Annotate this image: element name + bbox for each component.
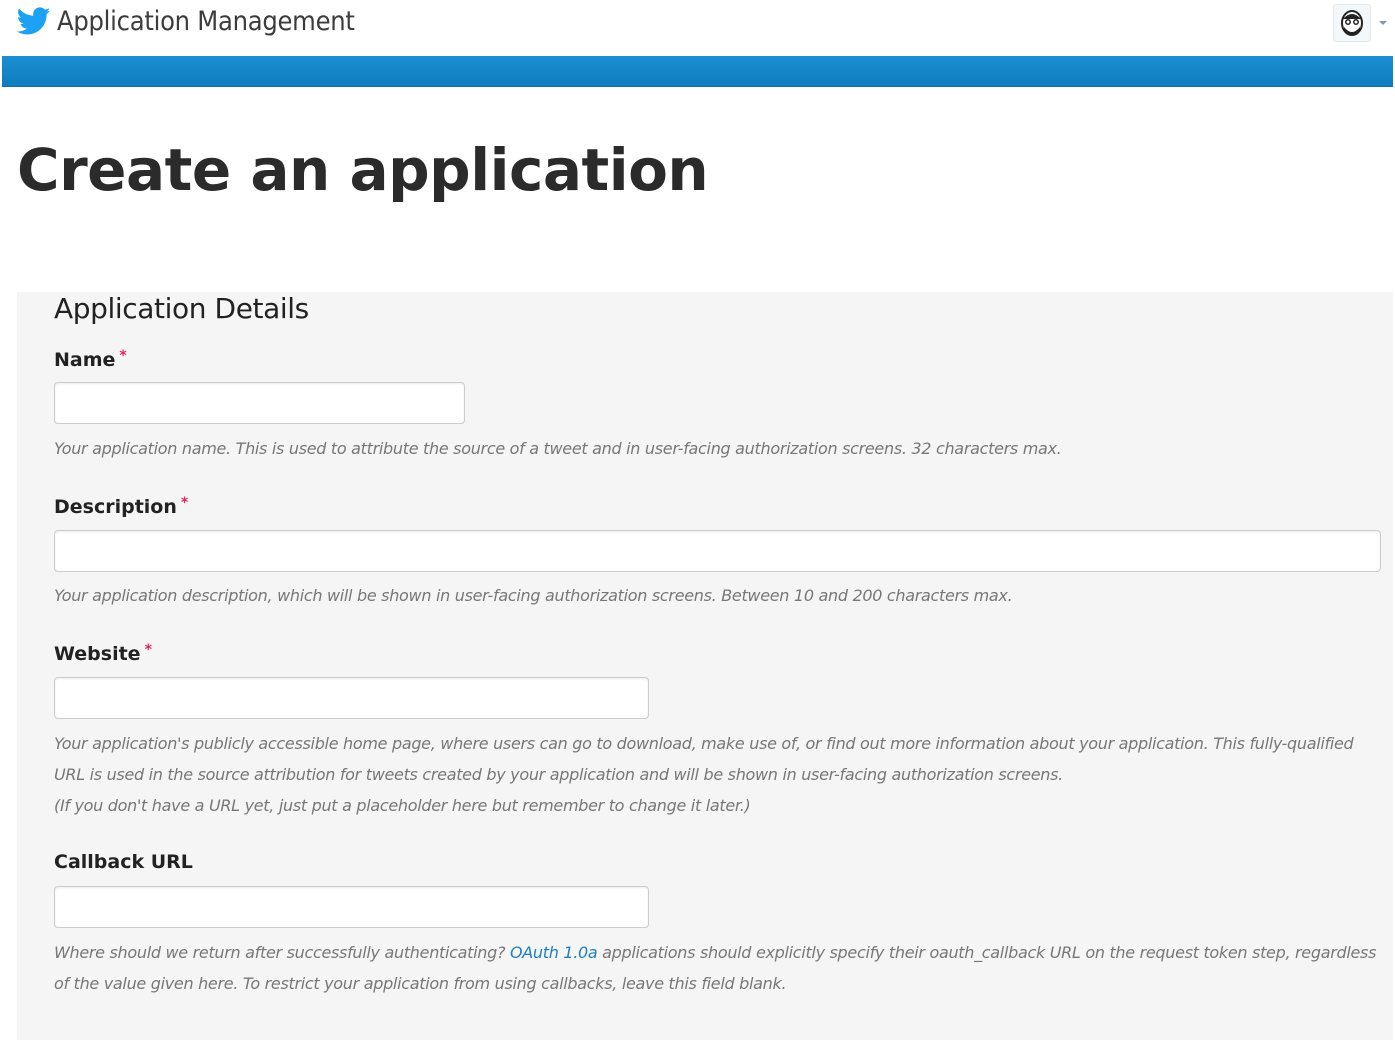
description-input[interactable] [54, 530, 1381, 572]
name-input[interactable] [54, 382, 465, 424]
callback-help-before: Where should we return after successfull… [54, 943, 510, 962]
required-marker: * [119, 348, 127, 364]
website-help-line: Your application's publicly accessible h… [54, 734, 1354, 784]
website-label: Website * [54, 642, 152, 665]
twitter-bird-icon [16, 6, 51, 37]
user-menu[interactable] [1333, 4, 1387, 42]
required-marker: * [180, 495, 189, 511]
oauth-link[interactable]: OAuth 1.0a [510, 943, 598, 962]
brand[interactable]: Application Management [16, 6, 388, 37]
top-navbar: Application Management [0, 0, 1395, 56]
caret-down-icon[interactable] [1379, 21, 1387, 25]
description-label: Description * [54, 495, 188, 518]
callback-url-label: Callback URL [54, 851, 193, 873]
name-help-text: Your application name. This is used to a… [54, 439, 1062, 458]
website-label-text: Website [54, 643, 141, 665]
description-help-text: Your application description, which will… [54, 586, 1013, 605]
name-label: Name * [54, 348, 127, 371]
website-input[interactable] [54, 677, 649, 719]
description-label-text: Description [54, 496, 177, 518]
required-marker: * [144, 642, 152, 658]
application-details-panel: Application Details Name * Your applicati… [17, 292, 1393, 1040]
callback-help-text: Where should we return after successfull… [54, 937, 1384, 999]
page-title: Create an application [17, 136, 709, 204]
app-title: Application Management [57, 6, 355, 37]
website-help-text: Your application's publicly accessible h… [54, 728, 1384, 821]
header-color-bar [2, 56, 1393, 87]
section-title: Application Details [54, 292, 309, 325]
website-help-note: (If you don't have a URL yet, just put a… [54, 796, 751, 815]
user-avatar-icon[interactable] [1333, 4, 1371, 42]
callback-url-input[interactable] [54, 886, 649, 928]
name-label-text: Name [54, 349, 116, 371]
